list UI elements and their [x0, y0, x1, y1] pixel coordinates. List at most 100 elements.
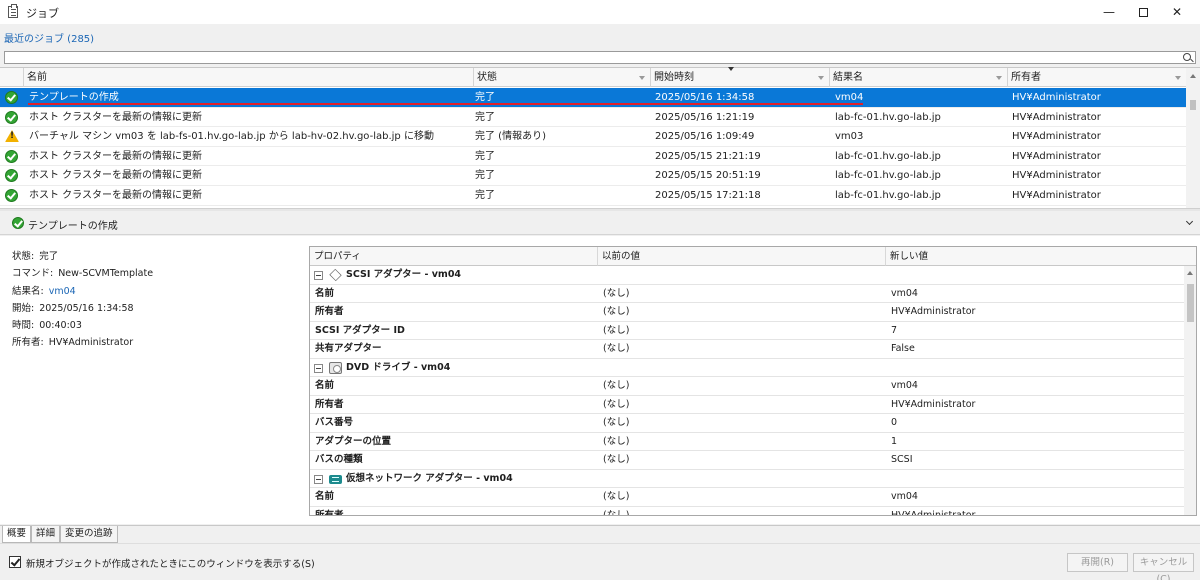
column-header-owner-label: 所有者: [1011, 72, 1041, 83]
collapse-icon[interactable]: [314, 474, 323, 484]
column-header-new-value[interactable]: 新しい値: [886, 247, 1196, 266]
property-old-value: (なし): [603, 435, 630, 447]
properties-scrollbar[interactable]: [1184, 266, 1196, 515]
jobs-grid-scrollbar[interactable]: [1186, 68, 1200, 209]
filter-dropdown-icon[interactable]: [639, 76, 645, 80]
filter-dropdown-icon[interactable]: [1175, 76, 1181, 80]
column-header-status-label: 状態: [477, 72, 497, 83]
property-old-value: (なし): [603, 343, 630, 354]
job-result-name: lab-fc-01.hv.go-lab.jp: [835, 170, 941, 182]
scroll-up-icon[interactable]: [1187, 271, 1193, 275]
search-icon[interactable]: [1183, 53, 1191, 61]
job-name: ホスト クラスターを最新の情報に更新: [29, 150, 202, 162]
property-row[interactable]: 所有者 (なし) HV¥Administrator: [310, 303, 1184, 322]
job-status: 完了: [475, 190, 495, 201]
network-adapter-icon: [329, 474, 342, 484]
scrollbar-thumb[interactable]: [1190, 100, 1196, 110]
property-name: SCSI アダプター ID: [315, 324, 405, 336]
column-header-start-time[interactable]: 開始時刻: [651, 68, 830, 87]
job-status: 完了: [475, 170, 495, 182]
detail-panel: 状態: 完了 コマンド: New-SCVMTemplate 結果名: vm04 開始:…: [0, 236, 1200, 524]
property-name: バス番号: [315, 417, 354, 428]
scrollbar-thumb[interactable]: [1187, 284, 1194, 322]
summary-value: New-SCVMTemplate: [58, 268, 154, 280]
job-owner: HV¥Administrator: [1012, 92, 1101, 103]
property-name: 名前: [315, 491, 335, 502]
tab-summary[interactable]: 概要: [2, 526, 32, 543]
filter-dropdown-icon[interactable]: [818, 76, 824, 80]
job-result-name: vm03: [835, 131, 864, 143]
column-header-property[interactable]: プロパティ: [310, 247, 598, 266]
property-group-title: 仮想ネットワーク アダプター - vm04: [346, 472, 513, 484]
column-header-result-name[interactable]: 結果名: [830, 68, 1008, 87]
job-status: 完了: [475, 150, 495, 162]
column-header-name[interactable]: 名前: [24, 68, 474, 87]
scroll-up-icon[interactable]: [1190, 74, 1196, 78]
job-row[interactable]: ホスト クラスターを最新の情報に更新 完了 2025/05/15 20:51:1…: [0, 166, 1186, 186]
property-old-value: (なし): [603, 306, 630, 317]
summary-label: 開始:: [12, 302, 35, 314]
restart-button[interactable]: 再開(R): [1067, 553, 1128, 572]
result-name-link[interactable]: vm04: [49, 286, 76, 297]
collapse-icon[interactable]: [314, 271, 323, 280]
jobs-grid-header: 名前 状態 開始時刻 結果名 所有者: [0, 67, 1186, 87]
close-button[interactable]: ✕: [1154, 0, 1200, 24]
job-row[interactable]: ホスト クラスターを最新の情報に更新 完了 2025/05/16 1:21:19…: [0, 108, 1186, 128]
property-old-value: (なし): [603, 491, 630, 502]
job-row[interactable]: バーチャル マシン vm03 を lab-fs-01.hv.go-lab.jp …: [0, 127, 1186, 147]
detail-title: テンプレートの作成: [28, 221, 118, 232]
tab-details[interactable]: 詳細: [31, 526, 61, 543]
show-window-checkbox[interactable]: [9, 556, 21, 568]
job-search-input[interactable]: [7, 52, 1177, 63]
property-group[interactable]: SCSI アダプター - vm04: [310, 266, 1184, 285]
sort-descending-icon: [728, 67, 734, 71]
warning-icon: [5, 130, 19, 143]
success-icon: [5, 91, 18, 104]
property-row[interactable]: 名前 (なし) vm04: [310, 285, 1184, 303]
cancel-button[interactable]: キャンセル(C): [1133, 553, 1194, 580]
property-row[interactable]: 所有者 (なし) HV¥Administrator: [310, 507, 1184, 516]
job-result-name: lab-fc-01.hv.go-lab.jp: [835, 190, 941, 201]
filter-dropdown-icon[interactable]: [996, 76, 1002, 80]
tab-change-tracking[interactable]: 変更の追跡: [60, 526, 118, 543]
property-new-value: HV¥Administrator: [891, 509, 976, 516]
job-row[interactable]: ホスト クラスターを最新の情報に更新 完了 2025/05/15 21:21:1…: [0, 147, 1186, 167]
property-row[interactable]: バスの種類 (なし) SCSI: [310, 451, 1184, 470]
detail-tabs: 概要 詳細 変更の追跡: [0, 525, 1200, 543]
property-row[interactable]: 名前 (なし) vm04: [310, 377, 1184, 396]
success-icon: [5, 110, 18, 124]
job-row[interactable]: ホスト クラスターを最新の情報に更新 完了 2025/05/15 17:21:1…: [0, 186, 1186, 206]
dvd-drive-icon: [329, 361, 342, 374]
property-row[interactable]: 共有アダプター (なし) False: [310, 340, 1184, 359]
summary-label: 所有者:: [12, 337, 44, 349]
property-row[interactable]: SCSI アダプター ID (なし) 7: [310, 322, 1184, 340]
jobs-grid: 名前 状態 開始時刻 結果名 所有者 テンプレートの作成 完了 2025/05/…: [0, 67, 1200, 209]
summary-label: 状態:: [12, 251, 35, 262]
column-header-owner[interactable]: 所有者: [1008, 68, 1186, 87]
property-group-title: SCSI アダプター - vm04: [346, 269, 462, 280]
column-header-previous-value[interactable]: 以前の値: [598, 247, 886, 266]
job-owner: HV¥Administrator: [1012, 150, 1101, 162]
property-row[interactable]: バス番号 (なし) 0: [310, 414, 1184, 433]
property-row[interactable]: 所有者 (なし) HV¥Administrator: [310, 396, 1184, 414]
summary-value: 00:40:03: [39, 320, 82, 332]
job-name: ホスト クラスターを最新の情報に更新: [29, 170, 202, 182]
column-header-status[interactable]: 状態: [474, 68, 651, 87]
job-search-box[interactable]: [4, 51, 1196, 64]
collapse-icon[interactable]: [314, 363, 323, 373]
show-window-checkbox-label[interactable]: 新規オブジェクトが作成されたときにこのウィンドウを表示する(S): [26, 556, 315, 570]
summary-row: 状態: 完了: [12, 248, 302, 265]
property-row[interactable]: 名前 (なし) vm04: [310, 488, 1184, 507]
job-owner: HV¥Administrator: [1012, 131, 1101, 143]
job-start-time: 2025/05/16 1:21:19: [655, 111, 755, 123]
property-name: 名前: [315, 380, 335, 391]
property-row[interactable]: アダプターの位置 (なし) 1: [310, 433, 1184, 451]
chevron-down-icon[interactable]: [1185, 217, 1194, 226]
properties-body: SCSI アダプター - vm04 名前 (なし) vm04 所有者 (なし) …: [310, 266, 1184, 516]
summary-row: 開始: 2025/05/16 1:34:58: [12, 300, 302, 317]
property-group[interactable]: DVD ドライブ - vm04: [310, 359, 1184, 377]
job-status: 完了: [475, 111, 495, 123]
summary-value: HV¥Administrator: [48, 337, 134, 349]
column-header-name-label: 名前: [27, 72, 47, 83]
property-group[interactable]: 仮想ネットワーク アダプター - vm04: [310, 470, 1184, 488]
